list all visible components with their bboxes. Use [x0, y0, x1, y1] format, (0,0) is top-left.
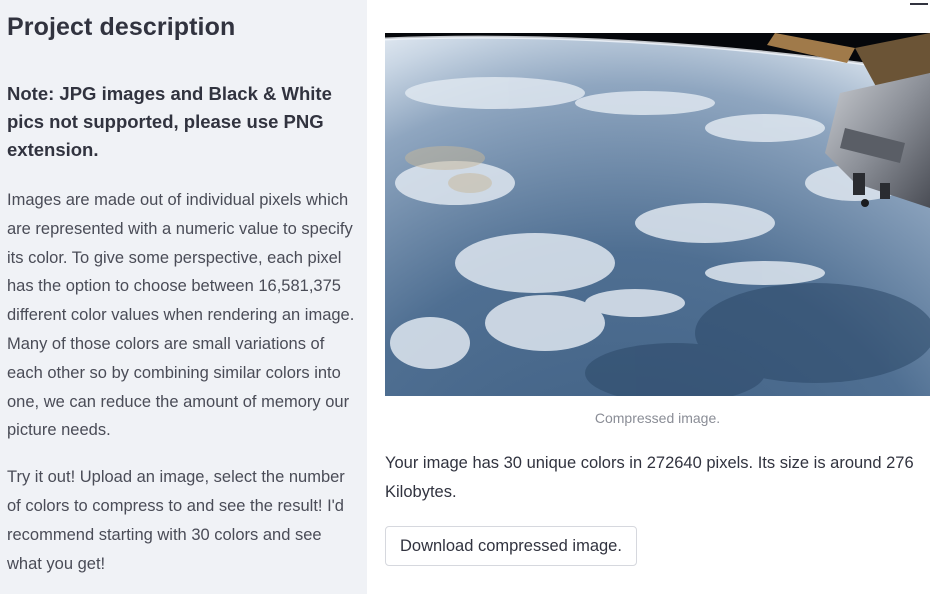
description-paragraph: Images are made out of individual pixels… [7, 191, 355, 440]
download-button[interactable]: Download compressed image. [385, 526, 637, 566]
app-root: Project description Note: JPG images and… [0, 0, 946, 594]
format-note: Note: JPG images and Black & White pics … [7, 83, 332, 160]
image-caption: Compressed image. [594, 410, 721, 426]
hamburger-menu-icon[interactable] [910, 0, 928, 8]
sidebar-title: Project description [7, 13, 236, 41]
instructions-paragraph: Try it out! Upload an image, select the … [7, 468, 345, 573]
main-content: Compressed image. Your image has 30 uniq… [367, 0, 946, 594]
compression-info: Your image has 30 unique colors in 27264… [385, 454, 914, 501]
sidebar: Project description Note: JPG images and… [0, 0, 367, 594]
menu-icon-bar [910, 3, 928, 5]
compressed-image [385, 33, 930, 396]
